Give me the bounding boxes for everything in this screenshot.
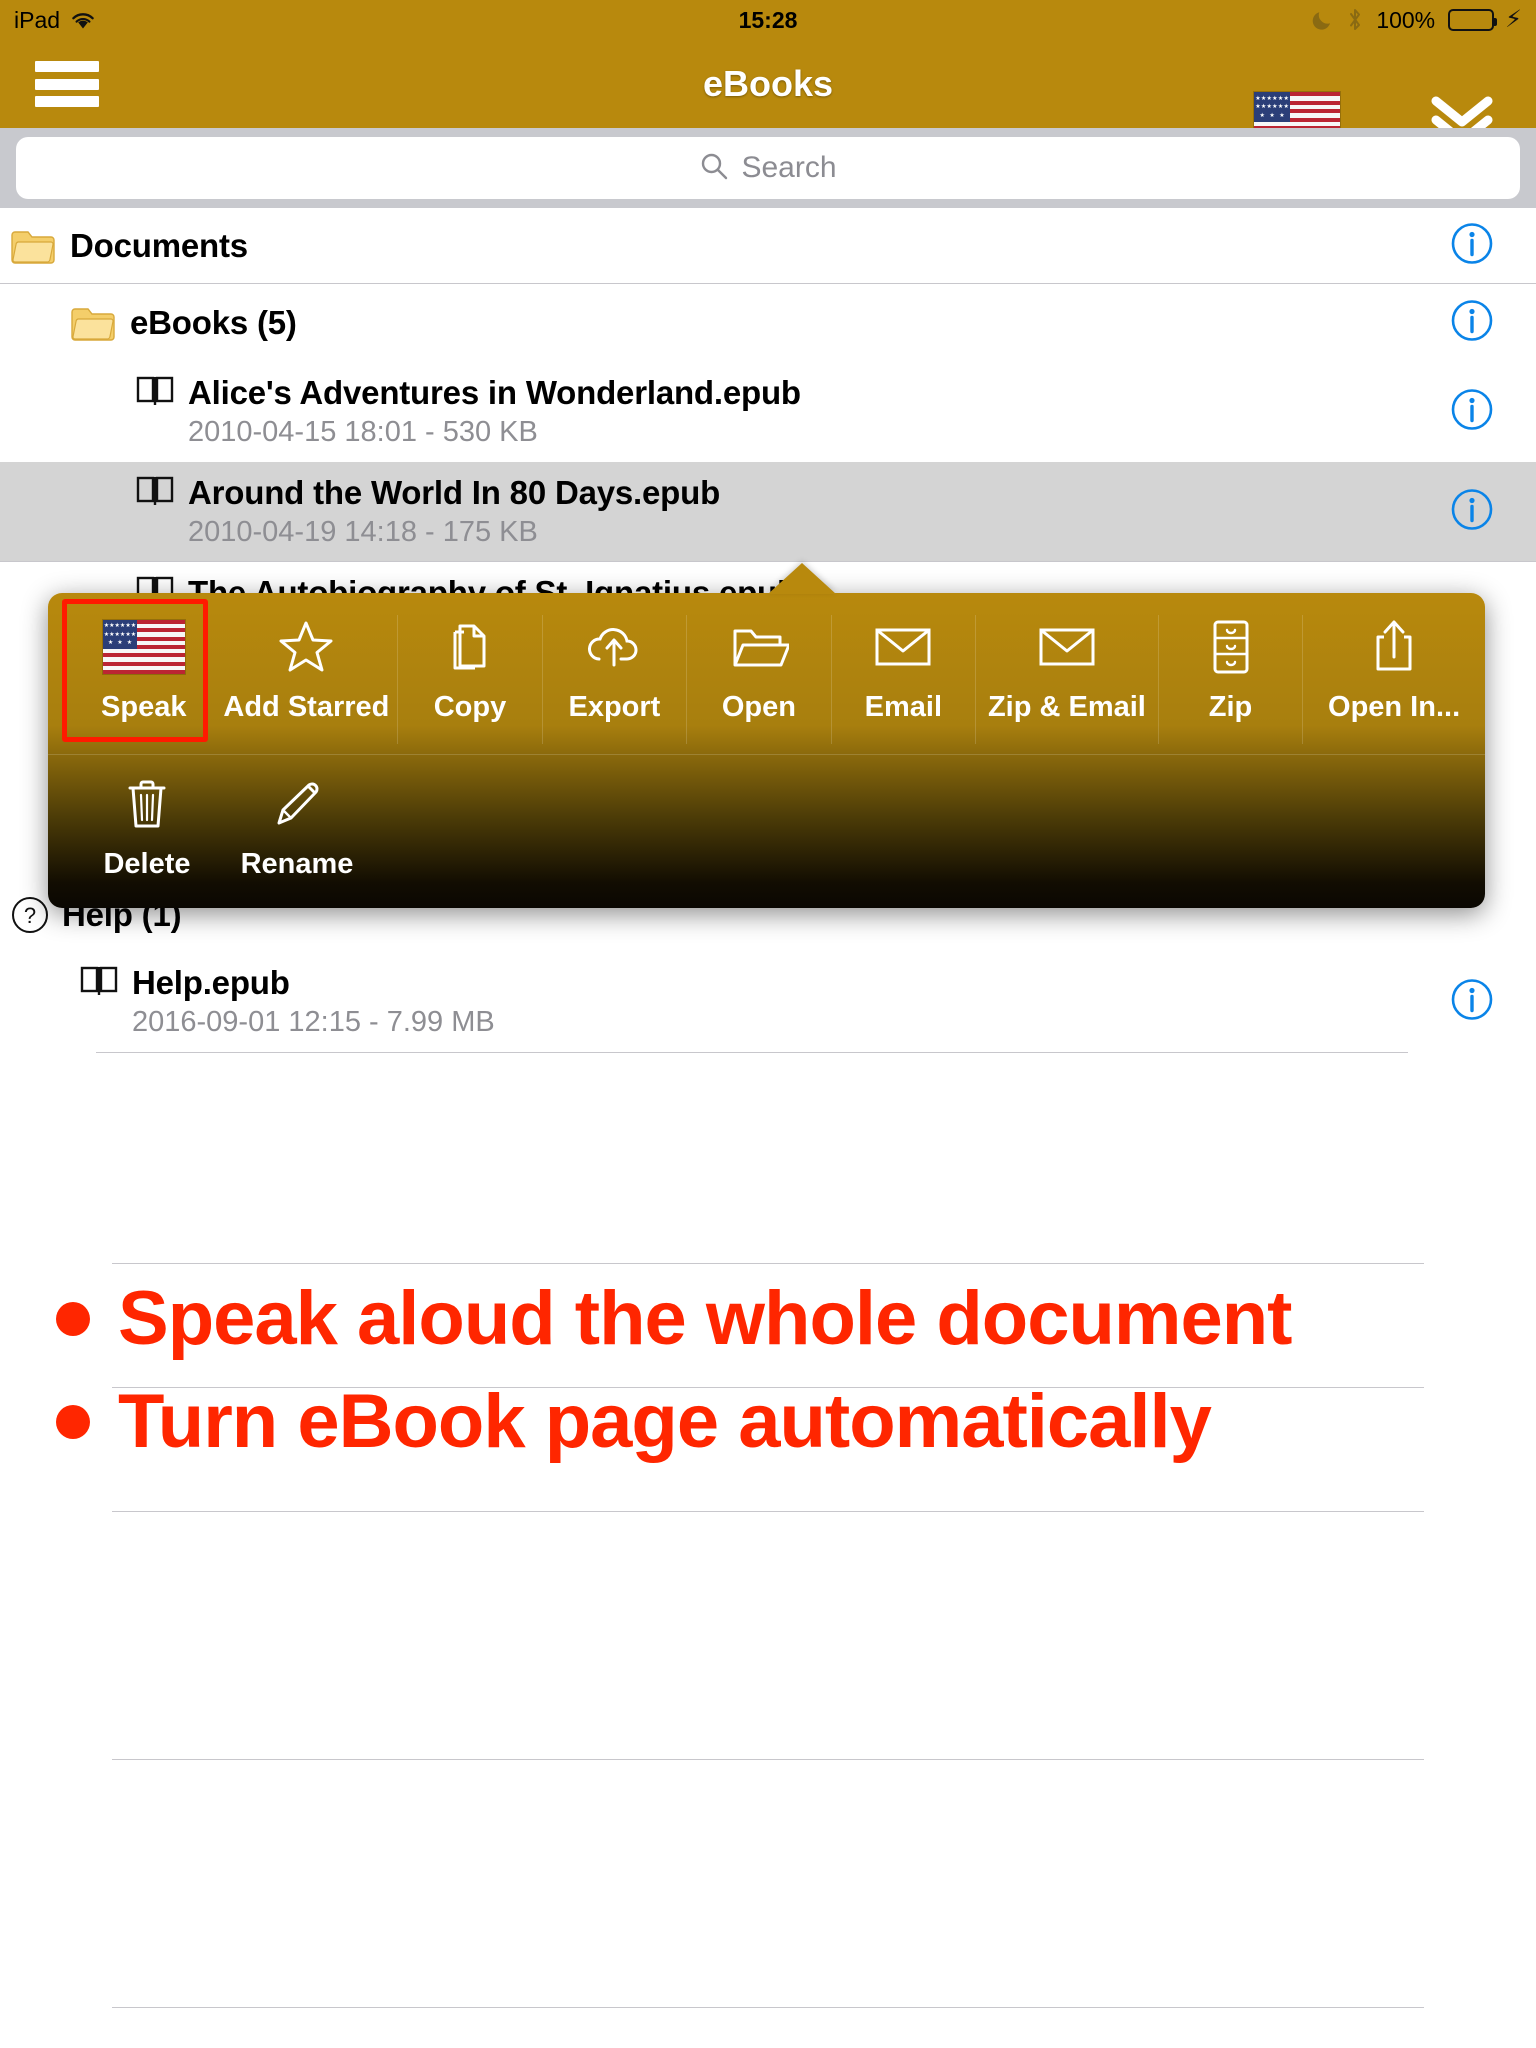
- open-book-icon: [80, 964, 118, 998]
- popover-action-copy[interactable]: Copy: [398, 609, 542, 724]
- battery-percent-label: 100%: [1376, 6, 1436, 33]
- info-circle-icon[interactable]: [1450, 221, 1494, 270]
- file-cabinet-icon: [1209, 615, 1253, 679]
- popover-action-email[interactable]: Email: [832, 609, 976, 724]
- popover-action-label: Zip: [1208, 691, 1253, 723]
- popover-action-delete[interactable]: Delete: [72, 766, 222, 881]
- cloud-upload-icon: [583, 615, 645, 679]
- popover-action-zip[interactable]: Zip: [1159, 609, 1303, 724]
- list-item-title: Around the World In 80 Days.epub: [188, 474, 721, 511]
- pencil-icon: [271, 772, 323, 836]
- annotation-bullet: Turn eBook page automatically: [56, 1378, 1212, 1465]
- trash-icon: [123, 772, 171, 836]
- share-upload-icon: [1370, 615, 1418, 679]
- empty-list-row: [112, 1760, 1424, 2008]
- open-book-icon: [136, 474, 174, 508]
- popover-action-label: Open In...: [1328, 691, 1461, 723]
- empty-list-row: [112, 1140, 1424, 1264]
- popover-action-label: Rename: [240, 848, 354, 880]
- popover-action-open-in[interactable]: Open In...: [1303, 609, 1485, 724]
- search-icon: [699, 151, 729, 186]
- search-bar-container: Search: [0, 128, 1536, 208]
- list-item-subtitle: 2010-04-19 14:18 - 175 KB: [188, 516, 538, 548]
- status-bar-right: 100% ⚡︎: [1310, 7, 1522, 34]
- list-item[interactable]: Around the World In 80 Days.epub 2010-04…: [0, 462, 1536, 562]
- bullet-dot-icon: [56, 1301, 90, 1336]
- context-action-popover: ★★★★★ ★★★★★ ★★★★★ Speak Add: [48, 563, 1485, 908]
- info-circle-icon[interactable]: [1450, 388, 1494, 437]
- popover-action-label: Export: [568, 691, 661, 723]
- list-item-subtitle: 2016-09-01 12:15 - 7.99 MB: [132, 1006, 495, 1038]
- popover-action-export[interactable]: Export: [543, 609, 687, 724]
- popover-action-open[interactable]: Open: [687, 609, 831, 724]
- popover-action-label: Speak: [101, 691, 187, 723]
- info-circle-icon[interactable]: [1450, 978, 1494, 1027]
- battery-icon: [1448, 9, 1498, 31]
- us-flag-icon: ★ ★ ★ ★ ★ ★ ★ ★ ★ ★ ★ ★ ★ ★ ★: [102, 615, 185, 679]
- list-item-title: Documents: [70, 226, 248, 264]
- bullet-dot-icon: [56, 1404, 90, 1439]
- folder-icon: [70, 305, 116, 341]
- envelope-icon: [1037, 615, 1097, 679]
- popover-action-label: Copy: [433, 691, 507, 723]
- moon-icon: [1310, 8, 1334, 32]
- question-circle-icon: ?: [10, 895, 50, 935]
- annotation-text: Speak aloud the whole document: [118, 1276, 1292, 1361]
- list-item[interactable]: eBooks (5): [0, 284, 1536, 363]
- app-screen: iPad 15:28 100% ⚡︎ eBooks ★ ★ ★ ★ ★ ★ ★ …: [0, 0, 1536, 2048]
- folder-icon: [10, 228, 56, 264]
- popover-action-label: Delete: [103, 848, 191, 880]
- list-item[interactable]: Help.epub 2016-09-01 12:15 - 7.99 MB: [0, 952, 1536, 1053]
- popover-action-speak[interactable]: ★ ★ ★ ★ ★ ★ ★ ★ ★ ★ ★ ★ ★ ★ ★ Speak: [62, 599, 216, 742]
- info-circle-icon[interactable]: [1450, 299, 1494, 348]
- search-placeholder: Search: [741, 151, 837, 184]
- search-input[interactable]: Search: [16, 137, 1520, 199]
- popover-action-label: Add Starred: [223, 691, 390, 723]
- popover-action-label: Open: [721, 691, 796, 723]
- svg-text:?: ?: [24, 903, 36, 928]
- popover-action-rename[interactable]: Rename: [222, 766, 372, 881]
- popover-action-label: Email: [864, 691, 943, 723]
- list-item-title: Alice's Adventures in Wonderland.epub: [188, 374, 801, 411]
- copy-pages-icon: [444, 615, 496, 679]
- lightning-bolt-icon: ⚡︎: [1505, 6, 1522, 33]
- envelope-icon: [873, 615, 933, 679]
- popover-action-add-starred[interactable]: Add Starred: [216, 609, 398, 724]
- open-book-icon: [136, 374, 174, 408]
- list-item[interactable]: Documents: [0, 208, 1536, 284]
- annotation-text: Turn eBook page automatically: [118, 1379, 1212, 1464]
- annotation-bullet: Speak aloud the whole document: [56, 1275, 1292, 1362]
- popover-action-row-1: ★★★★★ ★★★★★ ★★★★★ Speak Add: [48, 593, 1485, 754]
- popover-action-zip-and-email[interactable]: Zip & Email: [976, 609, 1158, 724]
- status-bar-clock: 15:28: [738, 6, 798, 33]
- popover-arrow: [768, 563, 836, 594]
- bluetooth-icon: [1347, 7, 1363, 33]
- star-outline-icon: [278, 615, 334, 679]
- info-circle-icon[interactable]: [1450, 487, 1494, 536]
- empty-list-row: [112, 1512, 1424, 1760]
- list-spacer: [0, 1052, 1536, 1140]
- empty-list-row: [112, 2008, 1424, 2048]
- list-item-subtitle: 2010-04-15 18:01 - 530 KB: [188, 416, 538, 448]
- list-item-title: Help.epub: [132, 964, 290, 1001]
- status-bar: iPad 15:28 100% ⚡︎: [0, 0, 1536, 40]
- list-item-title: eBooks (5): [130, 304, 297, 341]
- open-folder-icon: [729, 615, 789, 679]
- file-list: Documents eBooks (5) Alice's Adventures …: [0, 208, 1536, 2048]
- popover-action-row-2: Delete Rename: [48, 754, 1485, 908]
- list-item[interactable]: Alice's Adventures in Wonderland.epub 20…: [0, 362, 1536, 463]
- popover-action-label: Zip & Email: [987, 691, 1146, 723]
- navigation-bar: eBooks ★ ★ ★ ★ ★ ★ ★ ★ ★ ★ ★ ★ ★ ★ ★: [0, 40, 1536, 148]
